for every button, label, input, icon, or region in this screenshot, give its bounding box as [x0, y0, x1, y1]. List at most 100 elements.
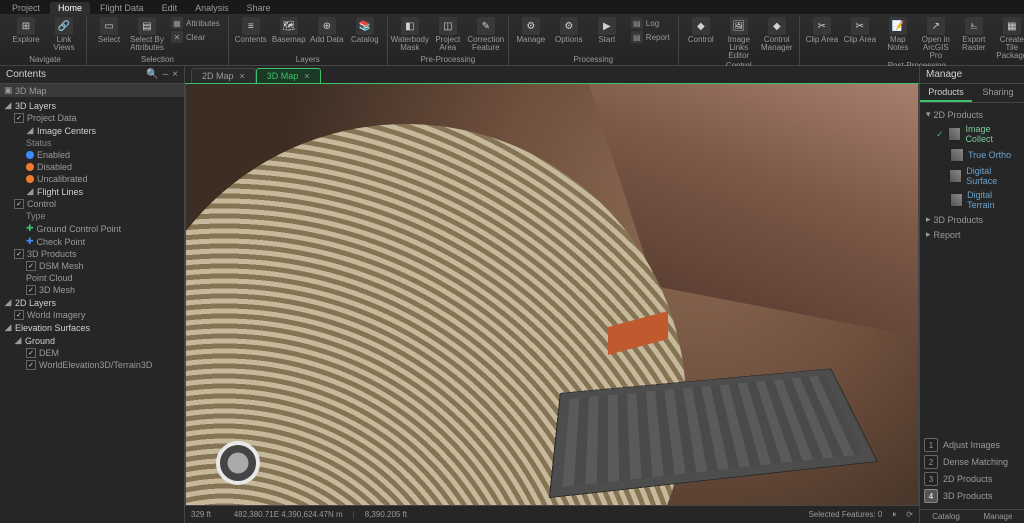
menu-tab-analysis[interactable]: Analysis	[187, 2, 237, 14]
tree-3d-mesh[interactable]: ✓3D Mesh	[0, 284, 184, 296]
tree-project-data[interactable]: ✓Project Data	[0, 112, 184, 124]
checkbox-icon[interactable]: ✓	[26, 261, 36, 271]
ribbon-select-by-attributes-button[interactable]: ▤Select By Attributes	[129, 16, 165, 53]
ribbon-link-views-button[interactable]: 🔗Link Views	[46, 16, 82, 53]
footer-tab-catalog[interactable]: Catalog	[920, 510, 972, 523]
ribbon-group-label: Layers	[296, 55, 320, 65]
manage-section-report[interactable]: ▸Report	[922, 227, 1022, 242]
tree-worldelevation3d-terrain3d[interactable]: ✓WorldElevation3D/Terrain3D	[0, 359, 184, 371]
view-tab-3d-map[interactable]: 3D Map×	[256, 68, 321, 83]
tree-flight-lines[interactable]: ◢Flight Lines	[0, 185, 184, 198]
ribbon-create-tile-package-button[interactable]: ▦Create Tile Package	[994, 16, 1024, 61]
manage-item-digital-terrain[interactable]: Digital Terrain	[922, 188, 1022, 212]
contents-root[interactable]: ▣ 3D Map	[0, 84, 184, 97]
menu-tab-edit[interactable]: Edit	[154, 2, 186, 14]
workflow-step-2d-products[interactable]: 32D Products	[924, 472, 1020, 486]
checkbox-icon[interactable]: ✓	[14, 199, 24, 209]
ribbon-clip-area-button[interactable]: ✂Clip Area	[804, 16, 840, 45]
tree-dsm-mesh[interactable]: ✓DSM Mesh	[0, 260, 184, 272]
workflow-step-dense-matching[interactable]: 2Dense Matching	[924, 455, 1020, 469]
ribbon-correction-feature-button[interactable]: ✎Correction Feature	[468, 16, 504, 53]
checkbox-icon[interactable]: ✓	[14, 249, 24, 259]
ribbon-control-manager-button[interactable]: ◆Control Manager	[759, 16, 795, 53]
status-swatch	[26, 175, 34, 183]
manage-item-true-ortho[interactable]: True Ortho	[922, 146, 1022, 164]
status-scale[interactable]: 329 ft	[191, 510, 211, 519]
ribbon-add-data-button[interactable]: ⊕Add Data	[309, 16, 345, 45]
tree-image-centers[interactable]: ◢Image Centers	[0, 124, 184, 137]
tree-uncalibrated[interactable]: Uncalibrated	[0, 173, 184, 185]
manage-tab-products[interactable]: Products	[920, 84, 972, 102]
ribbon-basemap-button[interactable]: 🗺Basemap	[271, 16, 307, 45]
menu-tab-project[interactable]: Project	[4, 2, 48, 14]
ribbon-clip-area-button[interactable]: ✂Clip Area	[842, 16, 878, 45]
manage-section-3d-products[interactable]: ▸3D Products	[922, 212, 1022, 227]
manage-item-digital-surface[interactable]: Digital Surface	[922, 164, 1022, 188]
tree-check-point[interactable]: ✚Check Point	[0, 235, 184, 248]
select-icon: ▭	[100, 17, 118, 35]
ribbon-image-links-editor-button[interactable]: 🖼Image Links Editor	[721, 16, 757, 61]
ribbon-log-button[interactable]: ▤Log	[627, 16, 674, 30]
tree-control[interactable]: ✓Control	[0, 198, 184, 210]
tree-3d-products[interactable]: ✓3D Products	[0, 248, 184, 260]
ribbon-group-processing: ⚙Manage⚙Options▶Start▤Log▤ReportProcessi…	[509, 16, 679, 65]
tree-3d-layers[interactable]: ◢3D Layers	[0, 99, 184, 112]
menu-tab-share[interactable]: Share	[239, 2, 279, 14]
disclosure-icon: ◢	[4, 297, 12, 308]
tree-ground-control-point[interactable]: ✚Ground Control Point	[0, 222, 184, 235]
ribbon-control-button[interactable]: ◆Control	[683, 16, 719, 45]
compass-widget[interactable]	[216, 441, 260, 485]
workflow-step-3d-products[interactable]: 43D Products	[924, 489, 1020, 503]
explore-icon: ⊞	[17, 17, 35, 35]
view-tabs: 2D Map×3D Map×	[185, 66, 919, 84]
tree-dem[interactable]: ✓DEM	[0, 347, 184, 359]
tree-ground[interactable]: ◢Ground	[0, 334, 184, 347]
ribbon-contents-button[interactable]: ≡Contents	[233, 16, 269, 45]
ribbon-map-notes-button[interactable]: 📝Map Notes	[880, 16, 916, 53]
ribbon-catalog-button[interactable]: 📚Catalog	[347, 16, 383, 45]
checkbox-icon[interactable]: ✓	[26, 348, 36, 358]
tree-elevation-surfaces[interactable]: ◢Elevation Surfaces	[0, 321, 184, 334]
ribbon-explore-button[interactable]: ⊞Explore	[8, 16, 44, 45]
workflow-step-adjust-images[interactable]: 1Adjust Images	[924, 438, 1020, 452]
close-icon[interactable]: ×	[240, 71, 245, 81]
search-icon[interactable]: 🔍	[146, 69, 158, 80]
collapse-icon[interactable]: –	[163, 69, 169, 80]
menu-tab-flight-data[interactable]: Flight Data	[92, 2, 152, 14]
close-icon[interactable]: ×	[172, 69, 178, 80]
checkbox-icon[interactable]: ✓	[26, 360, 36, 370]
tree-type[interactable]: Type	[0, 210, 184, 222]
manage-item-image-collect[interactable]: ✓Image Collect	[922, 122, 1022, 146]
manage-section-2d-products[interactable]: ▾2D Products	[922, 107, 1022, 122]
view-tab-2d-map[interactable]: 2D Map×	[191, 68, 256, 83]
pause-icon[interactable]: ⏸	[892, 510, 896, 520]
tree-2d-layers[interactable]: ◢2D Layers	[0, 296, 184, 309]
tree-disabled[interactable]: Disabled	[0, 161, 184, 173]
ribbon-select-button[interactable]: ▭Select	[91, 16, 127, 45]
footer-tab-manage[interactable]: Manage	[972, 510, 1024, 523]
ribbon-manage-button[interactable]: ⚙Manage	[513, 16, 549, 45]
checkbox-icon[interactable]: ✓	[26, 285, 36, 295]
contents-tools: 🔍 – ×	[146, 69, 178, 80]
ribbon-options-button[interactable]: ⚙Options	[551, 16, 587, 45]
tree-status[interactable]: Status	[0, 137, 184, 149]
ribbon-export-raster-button[interactable]: ⎁Export Raster	[956, 16, 992, 53]
close-icon[interactable]: ×	[304, 71, 309, 81]
map-canvas[interactable]	[185, 84, 919, 505]
ribbon-project-area-button[interactable]: ◫Project Area	[430, 16, 466, 53]
tree-world-imagery[interactable]: ✓World Imagery	[0, 309, 184, 321]
step-number: 1	[924, 438, 938, 452]
menu-tab-home[interactable]: Home	[50, 2, 90, 14]
ribbon-open-in-arcgis-pro-button[interactable]: ↗Open in ArcGIS Pro	[918, 16, 954, 61]
ribbon-start-button[interactable]: ▶Start	[589, 16, 625, 45]
checkbox-icon[interactable]: ✓	[14, 310, 24, 320]
manage-tab-sharing[interactable]: Sharing	[972, 84, 1024, 102]
ribbon-waterbody-mask-button[interactable]: ◧Waterbody Mask	[392, 16, 428, 53]
ribbon-clear-button[interactable]: ✕Clear	[167, 30, 224, 44]
ribbon-report-button[interactable]: ▤Report	[627, 30, 674, 44]
tree-enabled[interactable]: Enabled	[0, 149, 184, 161]
tree-point-cloud[interactable]: Point Cloud	[0, 272, 184, 284]
ribbon-attributes-button[interactable]: ▦Attributes	[167, 16, 224, 30]
refresh-icon[interactable]: ⟳	[906, 510, 913, 519]
checkbox-icon[interactable]: ✓	[14, 113, 24, 123]
